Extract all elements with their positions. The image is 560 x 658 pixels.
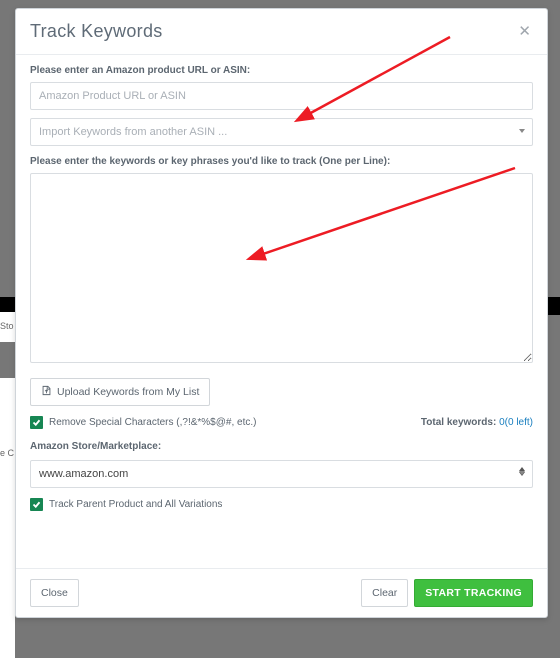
track-parent-label: Track Parent Product and All Variations — [49, 499, 222, 510]
keywords-label: Please enter the keywords or key phrases… — [30, 156, 533, 167]
marketplace-select[interactable]: www.amazon.com — [30, 460, 533, 488]
upload-keywords-label: Upload Keywords from My List — [57, 386, 199, 398]
modal-title: Track Keywords — [30, 21, 163, 42]
modal-footer: Close Clear START TRACKING — [16, 568, 547, 617]
track-parent-checkbox[interactable]: Track Parent Product and All Variations — [30, 498, 533, 511]
updown-icon — [519, 467, 525, 476]
modal-body: Please enter an Amazon product URL or AS… — [16, 55, 547, 568]
total-keywords: Total keywords: 0(0 left) — [421, 417, 533, 428]
close-button[interactable]: Close — [30, 579, 79, 607]
upload-icon — [41, 385, 52, 399]
checkbox-checked-icon — [30, 498, 43, 511]
checkbox-checked-icon — [30, 416, 43, 429]
total-keywords-value: 0(0 left) — [499, 417, 533, 428]
modal-header: Track Keywords ✕ — [16, 9, 547, 55]
total-keywords-label: Total keywords: — [421, 417, 496, 428]
product-url-label: Please enter an Amazon product URL or AS… — [30, 65, 533, 76]
track-keywords-modal: Track Keywords ✕ Please enter an Amazon … — [15, 8, 548, 618]
close-icon[interactable]: ✕ — [516, 24, 533, 39]
start-tracking-button[interactable]: START TRACKING — [414, 579, 533, 607]
import-keywords-select[interactable]: Import Keywords from another ASIN ... — [30, 118, 533, 146]
product-url-input[interactable] — [30, 82, 533, 110]
import-keywords-placeholder: Import Keywords from another ASIN ... — [39, 126, 227, 138]
upload-keywords-button[interactable]: Upload Keywords from My List — [30, 378, 210, 406]
marketplace-selected: www.amazon.com — [39, 468, 128, 480]
remove-special-chars-checkbox[interactable]: Remove Special Characters (,?!&*%$@#, et… — [30, 416, 256, 429]
remove-special-chars-label: Remove Special Characters (,?!&*%$@#, et… — [49, 417, 256, 428]
marketplace-label: Amazon Store/Marketplace: — [30, 441, 533, 452]
clear-button[interactable]: Clear — [361, 579, 408, 607]
keywords-textarea[interactable] — [30, 173, 533, 363]
